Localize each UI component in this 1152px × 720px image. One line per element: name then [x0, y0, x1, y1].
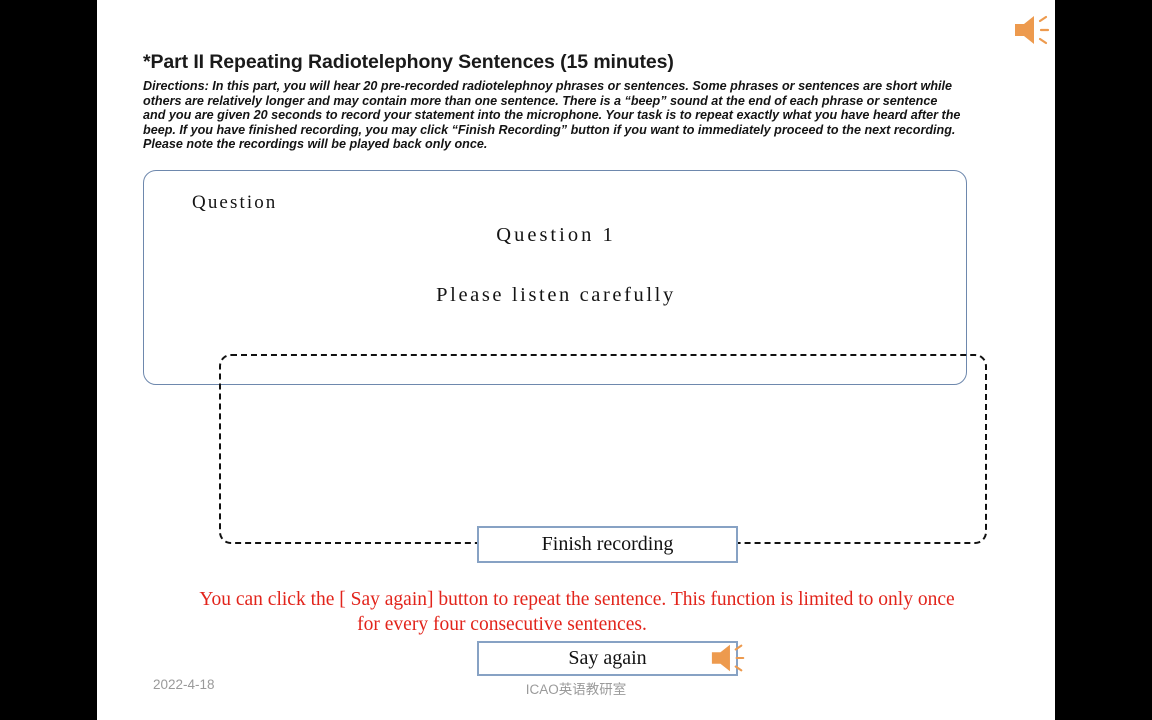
footer-organization: ICAO英语教研室 [525, 682, 627, 697]
question-label: Question [192, 192, 278, 213]
speaker-icon[interactable] [1012, 10, 1054, 50]
say-again-button[interactable]: Say again [477, 641, 738, 676]
question-number: Question 1 [496, 224, 616, 246]
speaker-icon[interactable] [709, 639, 749, 677]
slide-canvas: *Part II Repeating Radiotelephony Senten… [97, 0, 1055, 720]
question-instruction: Please listen carefully [436, 284, 676, 306]
slide-stage: *Part II Repeating Radiotelephony Senten… [0, 0, 1152, 720]
question-dashed-border [219, 354, 987, 544]
letterbox-bar-left [0, 0, 97, 720]
letterbox-bar-right [1055, 0, 1152, 720]
directions-text: Directions: In this part, you will hear … [143, 79, 961, 152]
say-again-notice-line-1: You can click the [ Say again] button to… [199, 589, 955, 610]
finish-recording-button[interactable]: Finish recording [477, 526, 738, 563]
say-again-notice: You can click the [ Say again] button to… [137, 587, 1017, 637]
say-again-notice-line-2: for every four consecutive sentences. [357, 614, 647, 635]
page-title: *Part II Repeating Radiotelephony Senten… [143, 51, 674, 73]
